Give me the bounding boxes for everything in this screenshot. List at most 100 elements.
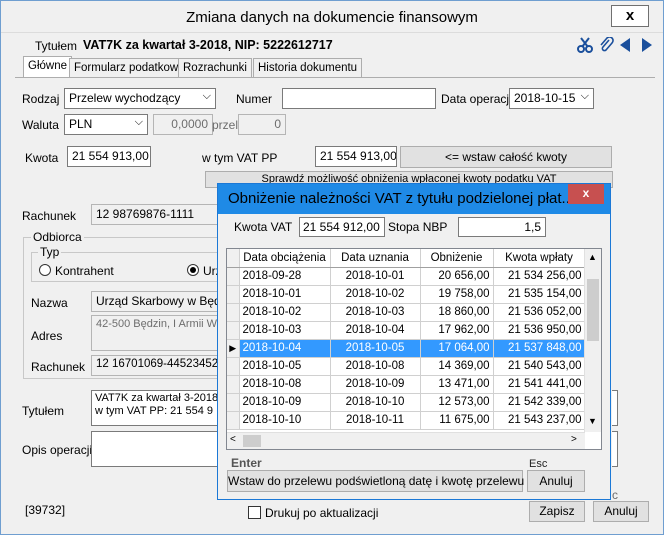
adres-label: Adres	[31, 329, 63, 343]
row-indicator	[227, 357, 240, 376]
table-row[interactable]: ▶ 2018-10-04 2018-10-05 17 064,00 21 537 848…	[227, 339, 586, 358]
chevron-down-icon: ⌵	[580, 90, 589, 102]
horizontal-scrollbar[interactable]: < >	[227, 432, 585, 449]
row-indicator	[227, 411, 240, 430]
table-row[interactable]: 2018-10-05 2018-10-08 14 369,00 21 540 543,…	[227, 357, 586, 376]
scroll-thumb[interactable]	[587, 279, 599, 341]
col-kwota-wplaty[interactable]: Kwota wpłaty	[493, 249, 586, 268]
wstaw-calosc-button[interactable]: <= wstaw całość kwoty	[400, 146, 612, 168]
tytulem-input[interactable]: VAT7K za kwartał 3-2018 w tym VAT PP: 21…	[91, 390, 219, 426]
kwota-vat-input[interactable]: 21 554 912,00	[299, 217, 385, 237]
scroll-up-icon[interactable]: ▲	[588, 252, 597, 262]
paperclip-icon[interactable]	[598, 36, 614, 53]
obnizenie-grid[interactable]: Data obciążenia Data uznania Obniżenie K…	[226, 248, 602, 450]
stopa-nbp-input[interactable]: 1,5	[458, 217, 546, 237]
arrow-left-icon[interactable]	[619, 37, 631, 53]
przel-input[interactable]: 0	[238, 114, 286, 135]
odbiorca-label: Odbiorca	[31, 230, 84, 244]
wstaw-do-przelewu-button[interactable]: Wstaw do przelewu podświetloną datę i kw…	[227, 470, 524, 492]
scroll-right-icon[interactable]: >	[571, 434, 577, 445]
rodzaj-select[interactable]: Przelew wychodzący ⌵	[64, 88, 216, 109]
dialog-close-button[interactable]: x	[568, 184, 604, 204]
opis-label: Opis operacji	[22, 443, 93, 457]
nazwa-label: Nazwa	[31, 296, 68, 310]
cell-obnizenie: 18 860,00	[420, 303, 494, 322]
cell-data-uznania: 2018-10-03	[330, 303, 421, 322]
drukuj-checkbox[interactable]	[248, 506, 261, 519]
rodzaj-label: Rodzaj	[22, 92, 60, 106]
cell-data-obciazenia: 2018-10-02	[239, 303, 331, 322]
scissors-icon[interactable]	[577, 37, 593, 53]
table-row[interactable]: 2018-10-02 2018-10-03 18 860,00 21 536 052,…	[227, 303, 586, 322]
table-body: 2018-09-28 2018-10-01 20 656,00 21 534 256,…	[227, 267, 586, 430]
table-row[interactable]: 2018-10-09 2018-10-10 12 573,00 21 542 339,…	[227, 393, 586, 412]
row-pointer-icon: ▶	[227, 339, 240, 358]
cell-data-obciazenia: 2018-10-10	[239, 411, 331, 430]
rachunek2-input[interactable]: 12 16701069-4452345234	[91, 355, 219, 376]
cell-kwota-wplaty: 21 541 441,00	[493, 375, 586, 394]
cell-obnizenie: 14 369,00	[420, 357, 494, 376]
col-obnizenie[interactable]: Obniżenie	[420, 249, 494, 268]
zapisz-button[interactable]: Zapisz	[529, 501, 585, 522]
kontrahent-radio[interactable]	[39, 264, 51, 276]
data-operacji-label: Data operacji	[441, 92, 512, 106]
kwota-vat-label: Kwota VAT	[234, 220, 293, 234]
dialog-title-bar: Obniżenie należności VAT z tytułu podzie…	[218, 184, 610, 214]
row-indicator	[227, 393, 240, 412]
rodzaj-value: Przelew wychodzący	[69, 91, 181, 105]
table-header-row: Data obciążenia Data uznania Obniżenie K…	[227, 249, 586, 268]
row-indicator	[227, 303, 240, 322]
przel-label: przel.	[212, 118, 242, 132]
cell-kwota-wplaty: 21 535 154,00	[493, 285, 586, 304]
scroll-left-icon[interactable]: <	[230, 434, 236, 445]
opis-input-edge	[612, 431, 618, 467]
urzad-radio[interactable]	[187, 264, 199, 276]
title-bar: Zmiana danych na dokumencie finansowym x	[1, 1, 663, 33]
opis-input[interactable]	[91, 431, 219, 467]
table-row[interactable]: 2018-10-01 2018-10-02 19 758,00 21 535 154,…	[227, 285, 586, 304]
table-row[interactable]: 2018-10-08 2018-10-09 13 471,00 21 541 441,…	[227, 375, 586, 394]
tytulem-input-edge	[612, 390, 618, 426]
kurs-input[interactable]: 0,0000	[153, 114, 213, 135]
vertical-scrollbar[interactable]: ▲ ▼	[584, 249, 601, 432]
rachunek-label: Rachunek	[22, 209, 77, 223]
col-data-obciazenia[interactable]: Data obciążenia	[239, 249, 331, 268]
tab-historia-dokumentu[interactable]: Historia dokumentu	[253, 58, 363, 78]
rachunek-input[interactable]: 12 98769876-1111	[91, 204, 219, 225]
data-operacji-value: 2018-10-15	[514, 91, 576, 105]
kwota-label: Kwota	[25, 151, 59, 165]
row-indicator	[227, 375, 240, 394]
adres-input[interactable]: 42-500 Będzin, I Armii Wo	[91, 315, 219, 351]
tytulem-label: Tytułem	[22, 404, 65, 418]
window-close-button[interactable]: x	[611, 5, 649, 27]
waluta-select[interactable]: PLN ⌵	[64, 114, 148, 135]
arrow-right-icon[interactable]	[641, 37, 653, 53]
table-row[interactable]: 2018-10-10 2018-10-11 11 675,00 21 543 237,…	[227, 411, 586, 430]
kwota-input[interactable]: 21 554 913,00	[67, 146, 151, 167]
tab-glowne[interactable]: Główne	[23, 56, 72, 78]
drukuj-label: Drukuj po aktualizacji	[265, 506, 379, 520]
waluta-label: Waluta	[22, 118, 59, 132]
cell-obnizenie: 11 675,00	[420, 411, 494, 430]
tytulem-line-2: w tym VAT PP: 21 554 9	[95, 405, 213, 417]
col-data-uznania[interactable]: Data uznania	[330, 249, 421, 268]
chevron-down-icon: ⌵	[202, 90, 211, 102]
tab-formularz-podatkowy[interactable]: Formularz podatkowy	[69, 58, 189, 78]
nazwa-input[interactable]: Urząd Skarbowy w Będzin	[91, 291, 219, 312]
row-indicator	[227, 321, 240, 340]
kontrahent-label: Kontrahent	[55, 264, 114, 278]
table-row[interactable]: 2018-10-03 2018-10-04 17 962,00 21 536 950,…	[227, 321, 586, 340]
waluta-value: PLN	[69, 117, 93, 131]
header-tytulem-value: VAT7K za kwartał 3-2018, NIP: 5222612717	[83, 38, 333, 52]
hscroll-thumb[interactable]	[243, 435, 261, 447]
data-operacji-select[interactable]: 2018-10-15 ⌵	[509, 88, 594, 109]
dialog-anuluj-button[interactable]: Anuluj	[527, 470, 585, 492]
numer-input[interactable]	[282, 88, 436, 109]
anuluj-button[interactable]: Anuluj	[593, 501, 649, 522]
chevron-down-icon: ⌵	[134, 116, 143, 128]
tab-rozrachunki[interactable]: Rozrachunki	[178, 58, 252, 78]
vat-pp-input[interactable]: 21 554 913,00	[315, 146, 397, 167]
scroll-down-icon[interactable]: ▼	[588, 416, 597, 426]
table-row[interactable]: 2018-09-28 2018-10-01 20 656,00 21 534 256,…	[227, 267, 586, 286]
cell-data-obciazenia: 2018-10-01	[239, 285, 331, 304]
